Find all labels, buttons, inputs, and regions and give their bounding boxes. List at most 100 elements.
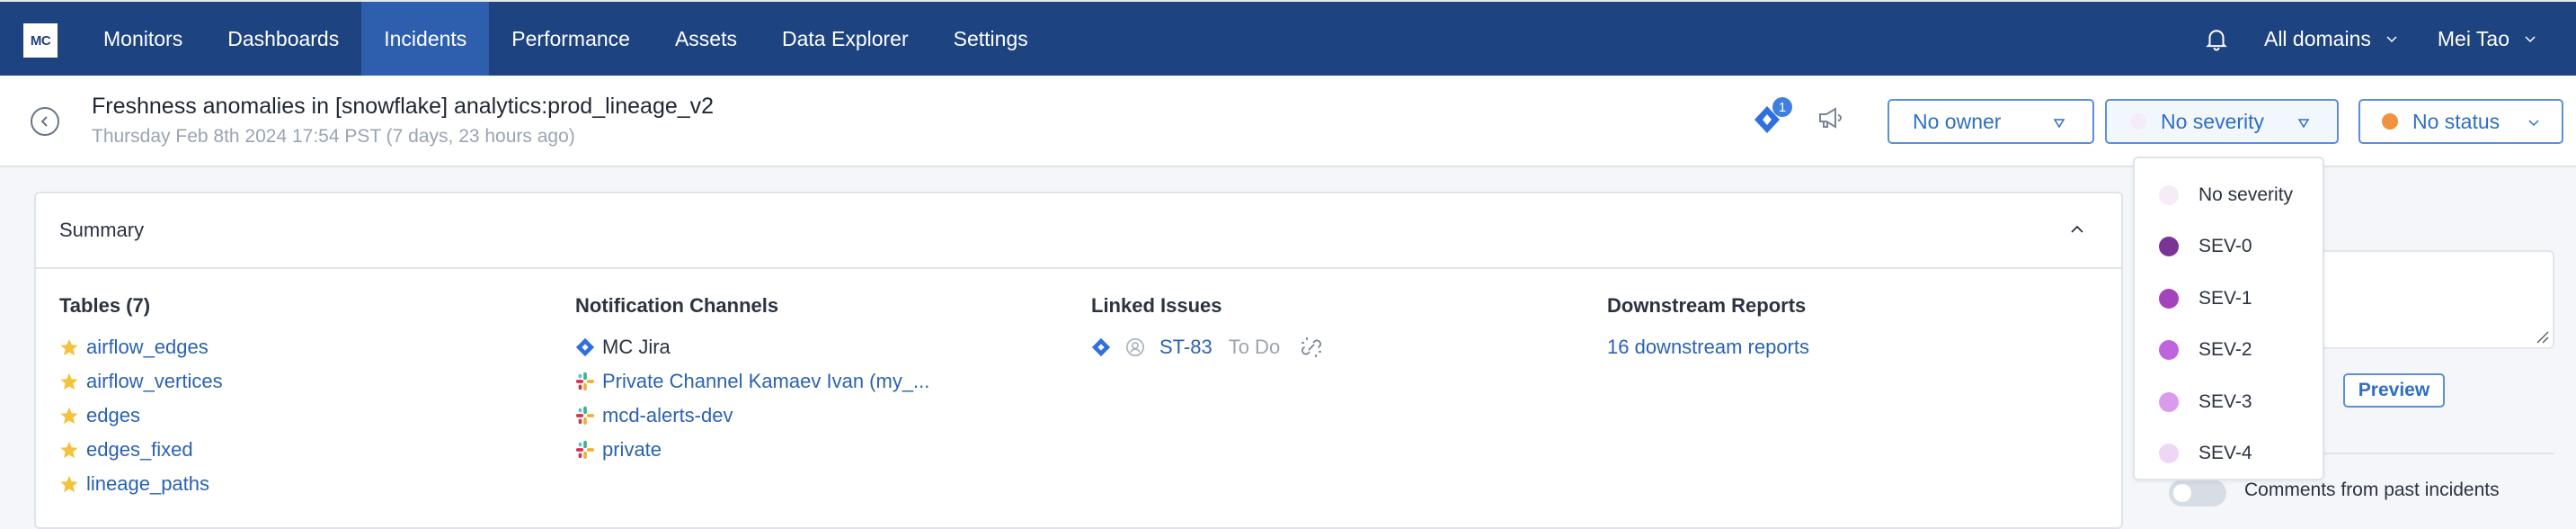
triangle-down-icon	[2297, 119, 2310, 129]
channel-link[interactable]: private	[602, 438, 662, 462]
summary-card: Summary Tables (7) airflow_edges airflow…	[34, 192, 2123, 529]
incident-header: Freshness anomalies in [snowflake] analy…	[0, 76, 2576, 167]
channel-item[interactable]: Private Channel Kamaev Ivan (my_...	[575, 364, 929, 399]
slack-icon	[575, 372, 595, 391]
notification-channels-section: Notification Channels MC Jira Private Ch…	[575, 294, 929, 467]
status-select[interactable]: No status	[2358, 99, 2563, 144]
table-item[interactable]: airflow_edges	[59, 330, 223, 364]
slack-icon	[575, 440, 595, 460]
chevron-up-icon[interactable]	[2069, 224, 2085, 235]
severity-option-label: SEV-1	[2198, 287, 2252, 309]
nav-item-incidents[interactable]: Incidents	[361, 2, 490, 76]
notification-channels-heading: Notification Channels	[575, 294, 779, 317]
chevron-left-icon	[40, 116, 48, 127]
severity-dot	[2159, 391, 2179, 412]
linked-issues-heading: Linked Issues	[1091, 294, 1222, 317]
star-icon	[60, 372, 78, 390]
status-select-value: No status	[2412, 109, 2500, 133]
past-comments-label: Comments from past incidents	[2244, 480, 2500, 500]
top-nav: MC Monitors Dashboards Incidents Perform…	[0, 0, 2576, 76]
table-link[interactable]: airflow_vertices	[86, 370, 223, 393]
severity-option-sev0[interactable]: SEV-0	[2135, 221, 2323, 273]
resize-handle-icon[interactable]	[2535, 329, 2549, 344]
jira-icon	[1091, 337, 1111, 357]
summary-header[interactable]: Summary	[36, 193, 2121, 269]
star-icon	[60, 441, 78, 459]
table-link[interactable]: airflow_edges	[86, 336, 209, 359]
user-menu[interactable]: Mei Tao	[2438, 27, 2536, 51]
nav-items: Monitors Dashboards Incidents Performanc…	[81, 2, 1051, 76]
severity-dot	[2159, 288, 2179, 309]
channel-link[interactable]: Private Channel Kamaev Ivan (my_...	[602, 370, 929, 393]
tables-section: Tables (7) airflow_edges airflow_vertice…	[59, 294, 223, 501]
severity-dot	[2159, 237, 2179, 257]
unlink-icon[interactable]	[1300, 336, 1323, 359]
jira-icon	[575, 337, 595, 357]
star-icon	[60, 475, 78, 493]
preview-button[interactable]: Preview	[2343, 373, 2445, 408]
slack-icon	[575, 406, 595, 426]
severity-option-label: No severity	[2198, 184, 2294, 205]
channel-link[interactable]: mcd-alerts-dev	[602, 404, 733, 427]
channel-item: MC Jira	[575, 330, 929, 364]
table-link[interactable]: edges	[86, 404, 140, 427]
downstream-reports-row: 16 downstream reports	[1607, 330, 1809, 364]
star-icon	[60, 338, 78, 356]
domain-selector[interactable]: All domains	[2264, 27, 2398, 51]
downstream-reports-section: Downstream Reports 16 downstream reports	[1607, 294, 1809, 364]
incident-title: Freshness anomalies in [snowflake] analy…	[92, 94, 715, 119]
jira-button[interactable]: 1	[1753, 97, 1792, 135]
linked-issue-item: ST-83 To Do	[1091, 330, 1330, 364]
severity-option-sev4[interactable]: SEV-4	[2135, 428, 2323, 480]
channel-item[interactable]: mcd-alerts-dev	[575, 399, 929, 433]
table-item[interactable]: edges	[59, 399, 223, 433]
nav-item-settings[interactable]: Settings	[931, 2, 1051, 76]
nav-item-assets[interactable]: Assets	[653, 2, 759, 76]
chevron-down-icon	[2525, 36, 2536, 43]
severity-option-label: SEV-0	[2198, 236, 2252, 257]
nav-item-performance[interactable]: Performance	[489, 2, 653, 76]
nav-item-data-explorer[interactable]: Data Explorer	[759, 2, 931, 76]
severity-dot	[2159, 444, 2179, 464]
triangle-down-icon	[2053, 119, 2065, 129]
table-item[interactable]: edges_fixed	[59, 433, 223, 467]
severity-option-label: SEV-4	[2198, 443, 2252, 464]
status-dot	[2382, 113, 2398, 130]
incident-timestamp: Thursday Feb 8th 2024 17:54 PST (7 days,…	[92, 126, 575, 147]
downstream-reports-link[interactable]: 16 downstream reports	[1607, 336, 1809, 359]
severity-option-label: SEV-2	[2198, 339, 2252, 361]
severity-option-sev3[interactable]: SEV-3	[2135, 376, 2323, 428]
severity-option-sev2[interactable]: SEV-2	[2135, 325, 2323, 377]
past-comments-toggle[interactable]	[2169, 480, 2226, 507]
severity-dropdown: No severity SEV-0 SEV-1 SEV-2 SEV-3 SEV-…	[2133, 157, 2324, 480]
owner-select[interactable]: No owner	[1888, 99, 2094, 144]
megaphone-icon[interactable]	[1817, 106, 1843, 130]
toggle-knob	[2173, 484, 2191, 502]
downstream-reports-heading: Downstream Reports	[1607, 294, 1807, 317]
bell-icon[interactable]	[2203, 25, 2230, 52]
domain-selector-label: All domains	[2263, 26, 2371, 50]
user-avatar-icon	[1126, 338, 1144, 356]
nav-item-monitors[interactable]: Monitors	[81, 2, 205, 76]
issue-link[interactable]: ST-83	[1159, 336, 1212, 359]
nav-item-dashboards[interactable]: Dashboards	[205, 2, 361, 76]
user-name: Mei Tao	[2437, 26, 2509, 50]
table-item[interactable]: lineage_paths	[59, 467, 223, 501]
logo[interactable]: MC	[23, 23, 58, 58]
severity-option-none[interactable]: No severity	[2135, 169, 2323, 221]
severity-option-label: SEV-3	[2198, 390, 2252, 412]
star-icon	[60, 407, 78, 425]
table-link[interactable]: lineage_paths	[86, 472, 209, 496]
severity-select[interactable]: No severity	[2105, 99, 2339, 144]
owner-select-value: No owner	[1913, 109, 2002, 133]
back-button[interactable]	[31, 107, 59, 136]
chevron-down-icon	[2528, 120, 2539, 127]
table-item[interactable]: airflow_vertices	[59, 364, 223, 399]
severity-dot	[2130, 113, 2146, 130]
severity-dot	[2159, 340, 2179, 361]
severity-option-sev1[interactable]: SEV-1	[2135, 273, 2323, 325]
channel-item[interactable]: private	[575, 433, 929, 467]
table-link[interactable]: edges_fixed	[86, 438, 193, 462]
channel-label: MC Jira	[602, 336, 671, 358]
summary-title: Summary	[59, 219, 145, 241]
